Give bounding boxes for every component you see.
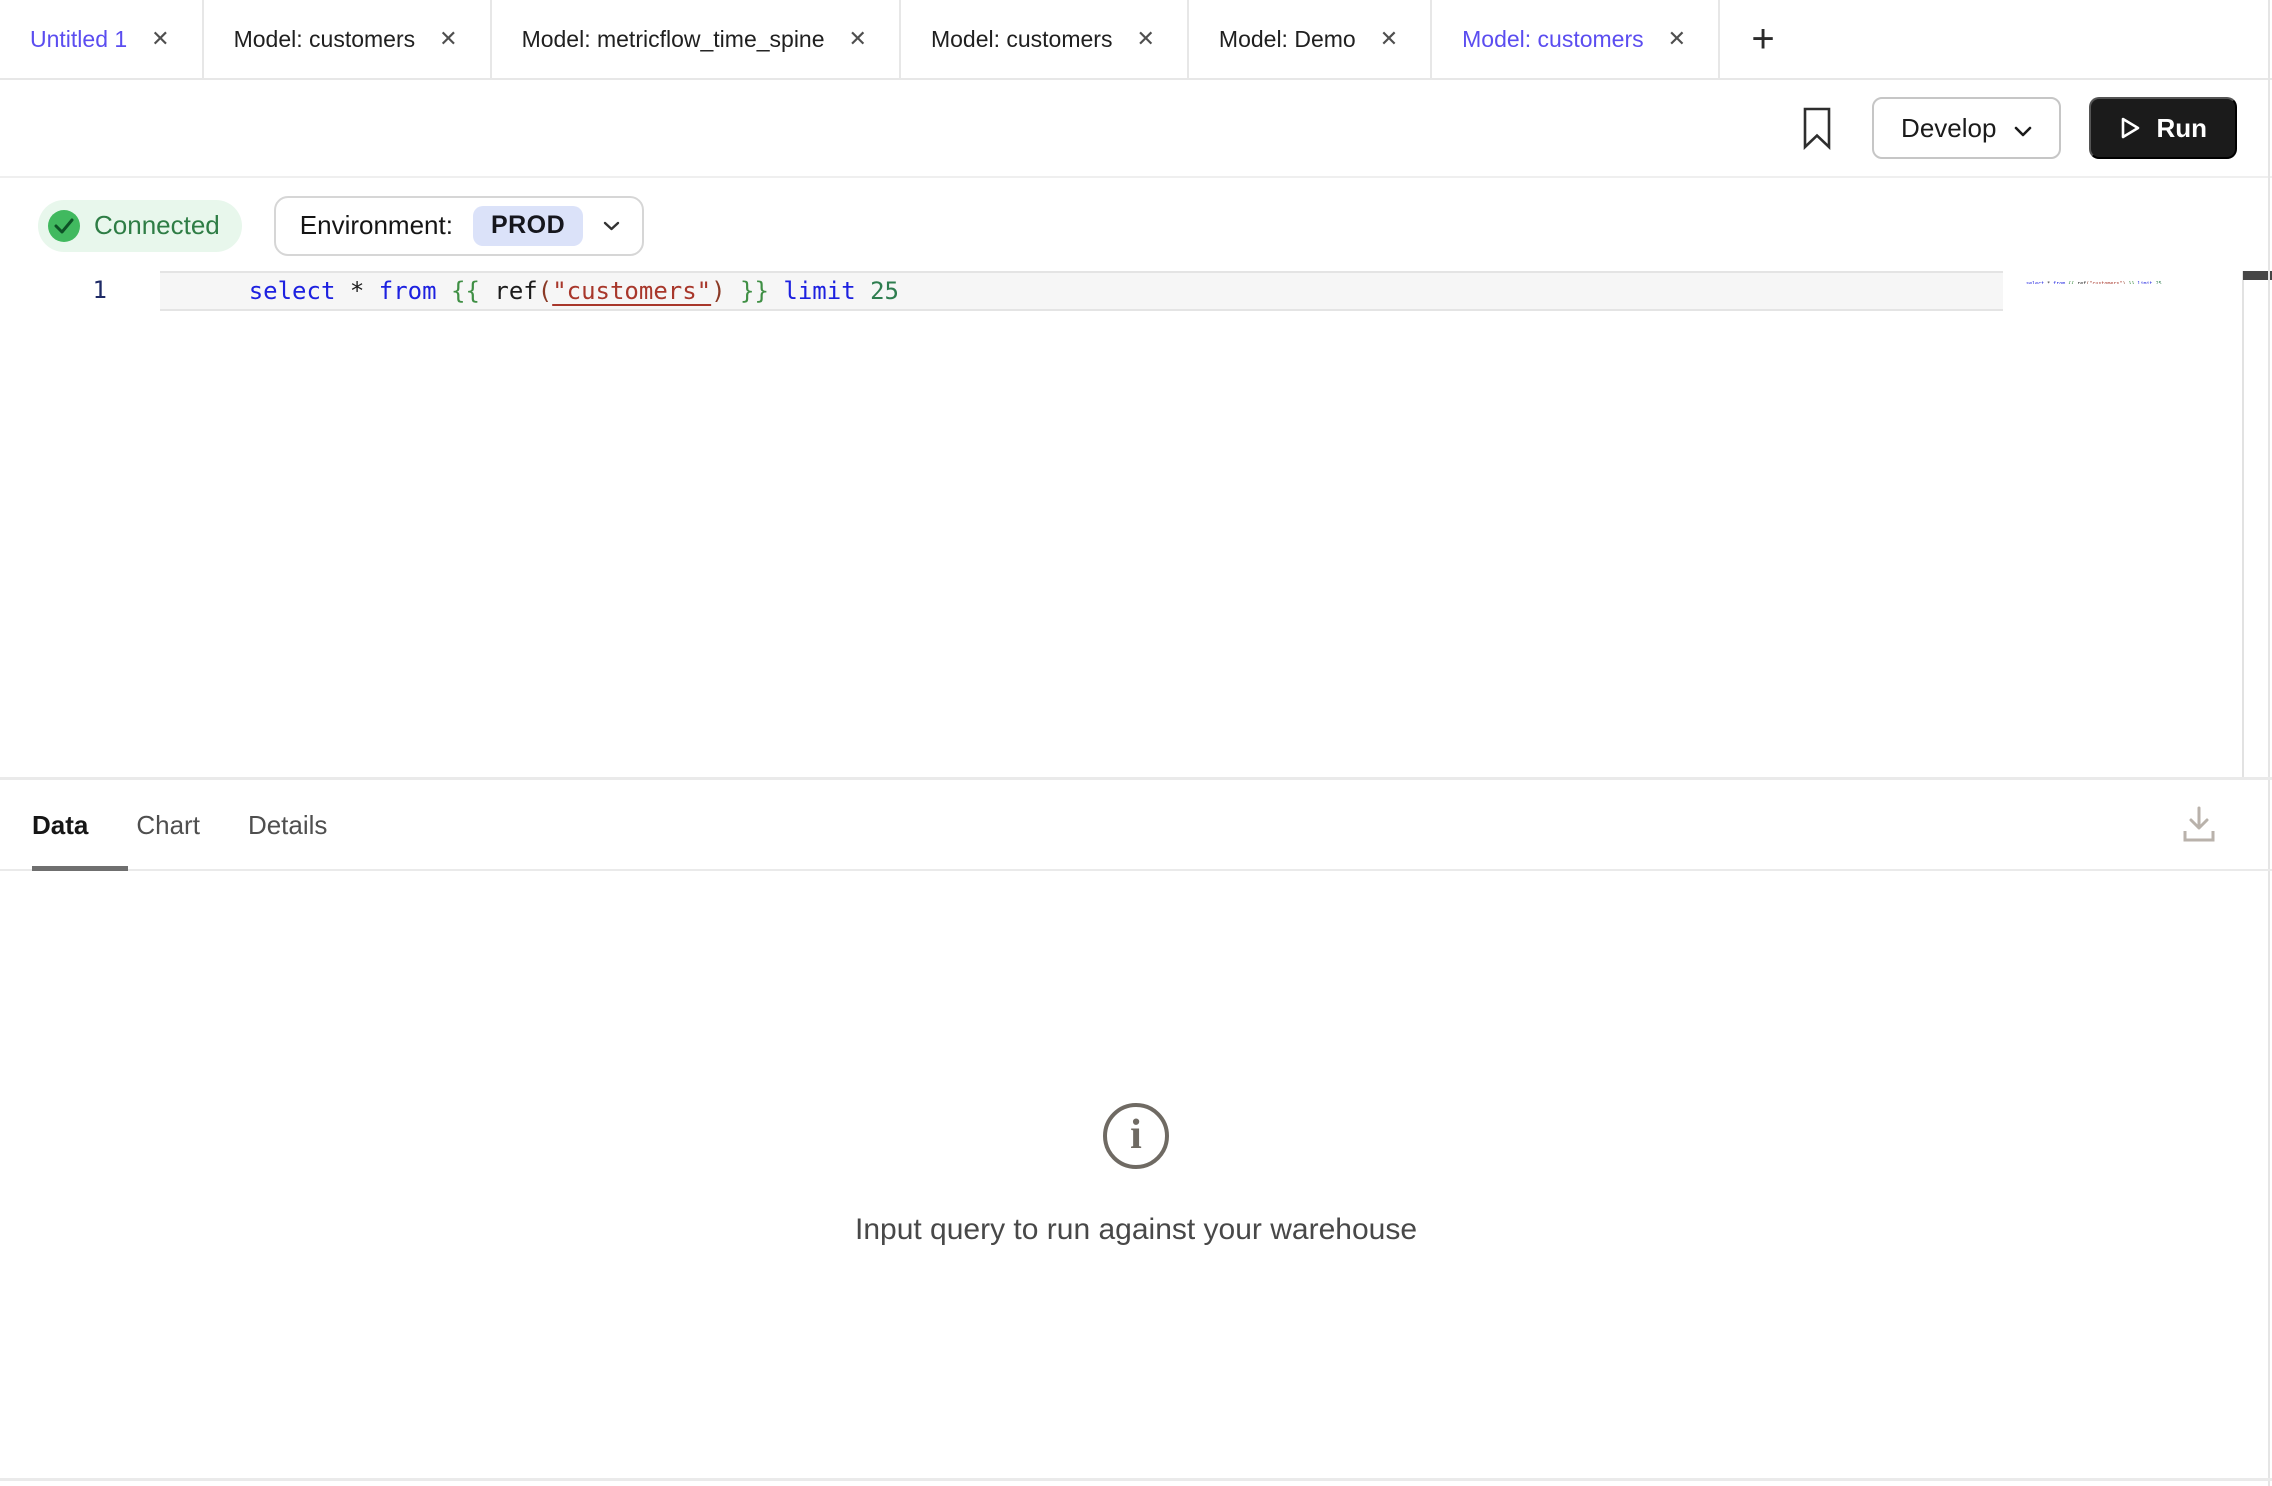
tab-label: Model: Demo [1219,26,1356,53]
run-button[interactable]: Run [2089,97,2237,159]
info-icon: i [1103,1103,1169,1169]
code-token: }} [740,277,783,305]
results-tab-bar: Data Chart Details [0,780,2272,870]
code-token: 25 [870,277,899,305]
ide-window: Untitled 1 ✕ Model: customers ✕ Model: m… [0,0,2272,1486]
check-circle-icon [48,210,80,242]
tab-bar: Untitled 1 ✕ Model: customers ✕ Model: m… [0,0,2272,80]
minimap-line: select * from {{ ref("customers") }} lim… [2008,272,2238,284]
line-number: 1 [0,276,107,304]
code-token: ref [494,277,537,305]
toolbar: Develop Run [0,80,2272,178]
code-token: select [249,277,350,305]
close-icon[interactable]: ✕ [149,26,171,52]
tab-model-customers-1[interactable]: Model: customers ✕ [204,0,492,78]
tab-chart[interactable]: Chart [136,810,200,841]
code-token [726,277,740,305]
tab-model-customers-2[interactable]: Model: customers ✕ [901,0,1189,78]
code-token: {{ [451,277,494,305]
code-token: ( [538,277,552,305]
environment-selector[interactable]: Environment: PROD [274,196,644,256]
code-token: ) [711,277,725,305]
tab-model-customers-3[interactable]: Model: customers ✕ [1432,0,1720,78]
tab-label: Model: customers [1462,26,1644,53]
code-token: limit [783,277,870,305]
close-icon[interactable]: ✕ [1134,26,1156,52]
code-token: "customers" [552,277,711,305]
run-label: Run [2156,113,2207,144]
close-icon[interactable]: ✕ [847,26,869,52]
chevron-down-icon [603,221,620,231]
results-empty-state: i Input query to run against your wareho… [0,871,2272,1478]
new-tab-button[interactable]: + [1720,0,1806,78]
tab-label: Model: metricflow_time_spine [522,26,825,53]
tab-model-metricflow-time-spine[interactable]: Model: metricflow_time_spine ✕ [492,0,901,78]
environment-value-badge: PROD [473,206,583,246]
info-glyph: i [1130,1114,1142,1156]
bookmark-icon[interactable] [1798,102,1836,154]
develop-label: Develop [1901,113,1996,144]
tab-model-demo[interactable]: Model: Demo ✕ [1189,0,1432,78]
connection-status-badge: Connected [38,200,242,252]
close-icon[interactable]: ✕ [437,26,459,52]
code-token: * [350,277,379,305]
editor-minimap[interactable]: select * from {{ ref("customers") }} lim… [2008,272,2238,284]
download-icon[interactable] [2180,804,2218,851]
develop-button[interactable]: Develop [1872,97,2061,159]
code-token: from [379,277,451,305]
connection-status-label: Connected [94,210,220,241]
environment-label: Environment: [300,210,453,241]
empty-state-message: Input query to run against your warehous… [855,1213,1417,1247]
tab-untitled-1[interactable]: Untitled 1 ✕ [0,0,204,78]
tab-details[interactable]: Details [248,810,327,841]
editor-scrollbar-track [2242,271,2244,779]
bottom-divider [0,1478,2272,1481]
close-icon[interactable]: ✕ [1666,26,1688,52]
code-editor-line[interactable]: select * from {{ ref("customers") }} lim… [160,271,2003,311]
tab-label: Model: customers [234,26,416,53]
tab-label: Untitled 1 [30,26,127,53]
sql-code: select * from {{ ref("customers") }} lim… [162,249,899,333]
chevron-down-icon [2014,113,2032,144]
tab-label: Model: customers [931,26,1113,53]
play-icon [2119,116,2141,140]
tab-data[interactable]: Data [32,810,88,841]
close-icon[interactable]: ✕ [1378,26,1400,52]
